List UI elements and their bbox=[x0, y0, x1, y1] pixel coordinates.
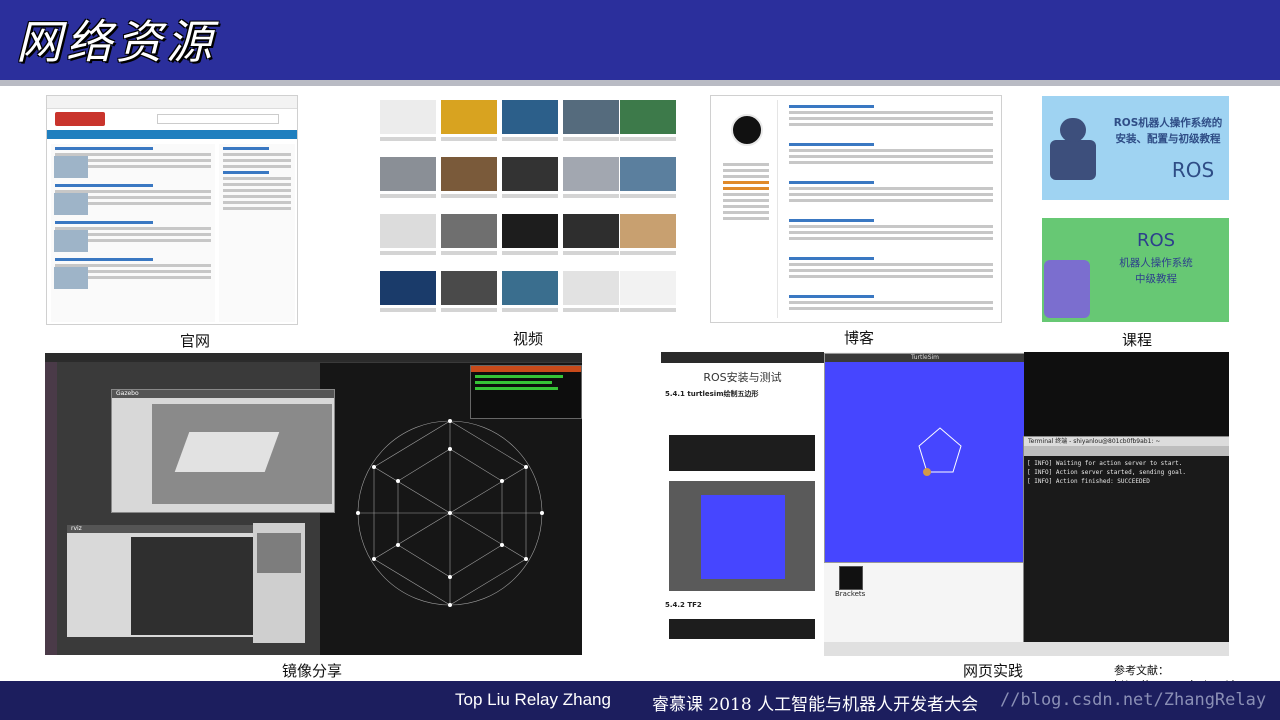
caption-videos: 视频 bbox=[512, 330, 543, 348]
course1-line1: ROS机器人操作系统的 bbox=[1113, 117, 1223, 129]
gazebo-window: Gazebo bbox=[111, 389, 335, 513]
video-thumb bbox=[563, 157, 619, 191]
video-thumb bbox=[441, 214, 497, 248]
blog-post bbox=[785, 178, 997, 212]
video-thumb bbox=[620, 100, 676, 134]
video-thumb bbox=[502, 100, 558, 134]
footer-authors: Top Liu Relay Zhang bbox=[455, 690, 611, 709]
video-thumb bbox=[502, 157, 558, 191]
course2-line2: 中级教程 bbox=[1135, 273, 1177, 285]
caption-web-practice: 网页实践 bbox=[962, 662, 1023, 680]
terminal-window: Terminal 终端 - shiyanlou@801cb0fb9ab1: ~ … bbox=[1023, 436, 1229, 648]
embedded-screenshot bbox=[669, 481, 815, 591]
video-thumb bbox=[620, 214, 676, 248]
video-thumb bbox=[620, 271, 676, 305]
caption-mirror-share: 镜像分享 bbox=[281, 662, 342, 680]
blog-post bbox=[785, 254, 997, 288]
video-thumb bbox=[563, 100, 619, 134]
course-card-beginner[interactable]: ROS机器人操作系统的 安装、配置与初级教程 ROS bbox=[1042, 96, 1229, 200]
brackets-icon bbox=[839, 566, 863, 590]
site-article-list bbox=[51, 144, 215, 322]
doc-section-1: 5.4.1 turtlesim绘制五边形 bbox=[665, 390, 759, 398]
site-menu-bar bbox=[47, 130, 297, 139]
video-thumb bbox=[380, 271, 436, 305]
ubuntu-top-bar bbox=[45, 353, 582, 362]
official-site-screenshot[interactable] bbox=[46, 95, 298, 325]
videos-screenshot[interactable] bbox=[378, 95, 678, 323]
doc-title: ROS安装与测试 bbox=[703, 371, 782, 384]
video-thumb bbox=[502, 214, 558, 248]
video-thumb bbox=[441, 271, 497, 305]
blog-sidebar bbox=[715, 100, 778, 318]
taskbar bbox=[824, 642, 1229, 656]
code-block bbox=[669, 619, 815, 639]
slide-title: 网络资源 bbox=[16, 15, 216, 69]
blog-post bbox=[785, 292, 997, 322]
video-thumb bbox=[380, 100, 436, 134]
rviz-3d-view bbox=[131, 537, 269, 635]
video-thumb bbox=[380, 214, 436, 248]
practice-doc-panel: ROS安装与测试 5.4.1 turtlesim绘制五边形 5.4.2 TF2 bbox=[661, 363, 824, 656]
site-sidebar bbox=[219, 144, 295, 322]
web-practice-screenshot[interactable]: ROS安装与测试 5.4.1 turtlesim绘制五边形 5.4.2 TF2 … bbox=[661, 352, 1229, 656]
avatar bbox=[731, 114, 763, 146]
robot-head-icon bbox=[1060, 118, 1086, 142]
code-block bbox=[669, 435, 815, 471]
blog-screenshot[interactable] bbox=[710, 95, 1002, 323]
brackets-label: Brackets bbox=[835, 590, 866, 598]
video-thumb bbox=[380, 157, 436, 191]
caption-blog: 博客 bbox=[843, 329, 874, 347]
practice-top-bar bbox=[661, 352, 824, 363]
course1-brand: ROS bbox=[1171, 158, 1215, 182]
course2-brand: ROS bbox=[1136, 230, 1176, 251]
video-thumb bbox=[563, 271, 619, 305]
gazebo-3d-view bbox=[152, 404, 332, 504]
doc-section-2: 5.4.2 TF2 bbox=[665, 601, 702, 609]
turtlesim-window: TurtleSim bbox=[824, 353, 1026, 563]
site-search-box bbox=[157, 114, 279, 124]
video-thumb bbox=[620, 157, 676, 191]
robot-icon bbox=[1050, 140, 1096, 180]
footer-event: 睿慕课 2018 人工智能与机器人开发者大会 bbox=[652, 695, 979, 715]
blog-post bbox=[785, 140, 997, 174]
video-thumb bbox=[441, 157, 497, 191]
blog-post bbox=[785, 102, 997, 136]
rviz-window: rviz bbox=[67, 525, 271, 637]
mirror-share-screenshot[interactable]: Gazebo rviz bbox=[45, 353, 582, 655]
video-thumb bbox=[502, 271, 558, 305]
footer-watermark: //blog.csdn.net/ZhangRelay bbox=[1000, 690, 1267, 710]
camera-panel bbox=[253, 523, 305, 643]
robot-icon bbox=[1044, 260, 1090, 318]
course2-line1: 机器人操作系统 bbox=[1119, 257, 1193, 269]
header-divider bbox=[0, 80, 1280, 86]
turtle-icon bbox=[923, 468, 931, 476]
site-top-nav bbox=[47, 96, 297, 109]
caption-official-site: 官网 bbox=[179, 332, 210, 350]
site-logo bbox=[55, 112, 105, 126]
caption-courses: 课程 bbox=[1121, 331, 1152, 349]
course1-line2: 安装、配置与初级教程 bbox=[1115, 133, 1221, 145]
course-card-intermediate[interactable]: ROS 机器人操作系统 中级教程 bbox=[1042, 218, 1229, 322]
ubuntu-launcher bbox=[45, 362, 57, 655]
video-thumb bbox=[441, 100, 497, 134]
video-thumb bbox=[563, 214, 619, 248]
blog-post bbox=[785, 216, 997, 250]
terminal-window bbox=[470, 365, 582, 419]
